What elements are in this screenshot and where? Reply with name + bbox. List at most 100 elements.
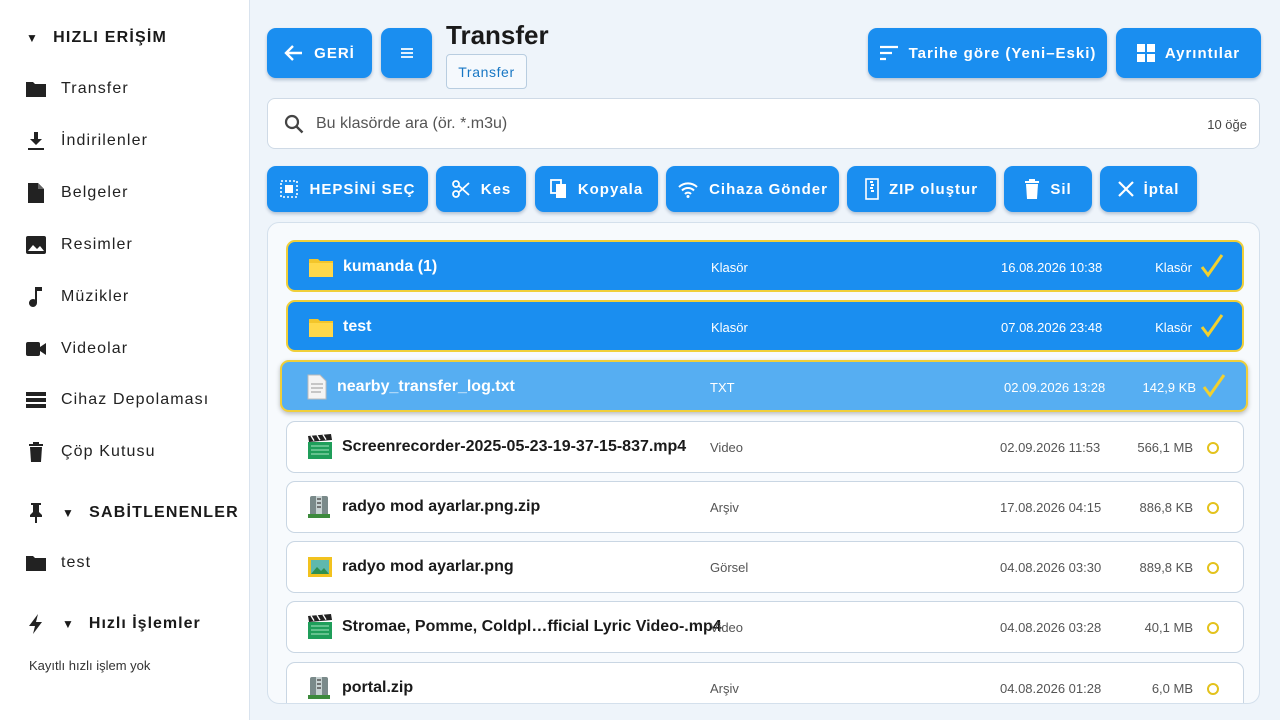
file-size: 6,0 MB [1151, 681, 1193, 696]
collapse-arrow-icon: ▼ [62, 506, 76, 520]
select-circle-icon[interactable] [1207, 562, 1219, 574]
search-bar[interactable]: Bu klasörde ara (ör. *.m3u) 10 öğe [267, 98, 1260, 149]
breadcrumb[interactable]: Transfer [446, 54, 527, 89]
file-name: portal.zip [342, 679, 414, 696]
send-to-device-button[interactable]: Cihaza Gönder [666, 166, 839, 212]
file-list: kumanda (1) Klasör 16.08.2026 10:38 Klas… [267, 222, 1260, 704]
view-mode-button[interactable]: Ayrıntılar [1116, 28, 1261, 78]
sidebar-item-music[interactable]: Müzikler [24, 282, 129, 312]
view-mode-label: Ayrıntılar [1164, 44, 1241, 62]
sort-icon [879, 45, 898, 61]
file-date: 16.08.2026 10:38 [1001, 260, 1103, 275]
cut-label: Kes [480, 180, 512, 198]
grid-view-icon [1136, 44, 1155, 62]
sidebar-item-label: Resimler [61, 236, 133, 253]
pin-icon [26, 502, 46, 524]
copy-label: Kopyala [577, 180, 644, 198]
quick-access-title: HIZLI ERİŞİM [53, 29, 168, 46]
search-input[interactable]: Bu klasörde ara (ör. *.m3u) [316, 115, 507, 133]
file-row[interactable]: kumanda (1) Klasör 16.08.2026 10:38 Klas… [286, 240, 1244, 292]
file-size: 142,9 KB [1142, 380, 1197, 395]
sidebar-item-label: test [61, 554, 92, 571]
file-date: 04.08.2026 01:28 [1000, 681, 1102, 696]
image-file-icon [308, 557, 332, 577]
pinned-header[interactable]: ▼ SABİTLENENLER [26, 502, 239, 524]
sidebar-pinned-item-test[interactable]: test [24, 548, 91, 578]
file-size: 566,1 MB [1137, 440, 1193, 455]
sidebar-item-pictures[interactable]: Resimler [24, 230, 133, 260]
video-icon [24, 337, 48, 361]
file-type: Video [710, 440, 744, 455]
file-row[interactable]: radyo mod ayarlar.png Görsel 04.08.2026 … [286, 541, 1244, 593]
scissors-icon [451, 180, 470, 198]
select-all-button[interactable]: HEPSİNİ SEÇ [267, 166, 428, 212]
archive-icon [308, 677, 330, 699]
create-zip-button[interactable]: ZIP oluştur [847, 166, 996, 212]
folder-icon [309, 319, 333, 337]
file-row[interactable]: nearby_transfer_log.txt TXT 02.09.2026 1… [280, 360, 1248, 412]
folder-icon [24, 551, 48, 575]
sort-button[interactable]: Tarihe göre (Yeni–Eski) [868, 28, 1107, 78]
select-circle-icon[interactable] [1207, 622, 1219, 634]
file-row[interactable]: radyo mod ayarlar.png.zip Arşiv 17.08.20… [286, 481, 1244, 533]
file-row[interactable]: Stromae, Pomme, Coldpl…fficial Lyric Vid… [286, 601, 1244, 653]
menu-icon [400, 48, 413, 58]
select-circle-icon[interactable] [1207, 683, 1219, 695]
file-name: radyo mod ayarlar.png.zip [342, 498, 541, 515]
main-panel: GERİ Transfer Transfer Tarihe göre (Yeni… [250, 0, 1280, 720]
select-all-label: HEPSİNİ SEÇ [309, 180, 416, 198]
file-date: 04.08.2026 03:30 [1000, 560, 1102, 575]
checkmark-icon[interactable] [1200, 313, 1224, 339]
checkmark-icon[interactable] [1202, 373, 1226, 399]
cut-button[interactable]: Kes [436, 166, 526, 212]
file-row[interactable]: portal.zip Arşiv 04.08.2026 01:28 6,0 MB [286, 662, 1244, 703]
file-row[interactable]: test Klasör 07.08.2026 23:48 Klasör [286, 300, 1244, 352]
quick-access-header[interactable]: ▼ HIZLI ERİŞİM [26, 29, 167, 47]
search-icon [284, 114, 304, 134]
file-manager-app: ▼ HIZLI ERİŞİM Transfer İndirilenler Bel… [0, 0, 1280, 720]
collapse-arrow-icon: ▼ [62, 617, 75, 631]
sidebar-item-videos[interactable]: Videolar [24, 334, 128, 364]
select-all-icon [280, 180, 299, 198]
delete-button[interactable]: Sil [1004, 166, 1092, 212]
cancel-button[interactable]: İptal [1100, 166, 1197, 212]
sidebar-item-label: Çöp Kutusu [61, 443, 156, 460]
copy-icon [549, 179, 566, 198]
select-circle-icon[interactable] [1207, 442, 1219, 454]
sidebar-item-label: Transfer [61, 80, 129, 97]
quick-actions-header[interactable]: ▼ Hızlı İşlemler [26, 613, 201, 635]
file-size: Klasör [1155, 320, 1192, 335]
text-file-icon [307, 374, 327, 400]
music-icon [24, 285, 48, 309]
image-icon [24, 233, 48, 257]
download-icon [24, 129, 48, 153]
sidebar-item-documents[interactable]: Belgeler [24, 178, 129, 208]
sidebar-item-storage[interactable]: Cihaz Depolaması [24, 385, 209, 415]
folder-icon [24, 77, 48, 101]
sidebar: ▼ HIZLI ERİŞİM Transfer İndirilenler Bel… [0, 0, 250, 720]
menu-button[interactable] [381, 28, 432, 78]
file-name: nearby_transfer_log.txt [337, 378, 515, 395]
file-type: Klasör [711, 320, 748, 335]
file-date: 02.09.2026 13:28 [1004, 380, 1106, 395]
sidebar-item-trash[interactable]: Çöp Kutusu [24, 437, 156, 467]
checkmark-icon[interactable] [1200, 253, 1224, 279]
cancel-label: İptal [1143, 180, 1180, 198]
sidebar-item-label: Belgeler [61, 184, 129, 201]
file-type: Arşiv [710, 681, 739, 696]
wifi-icon [678, 182, 698, 198]
file-size: 40,1 MB [1144, 620, 1193, 635]
back-button[interactable]: GERİ [267, 28, 372, 78]
sidebar-item-downloads[interactable]: İndirilenler [24, 126, 148, 156]
document-icon [24, 181, 48, 205]
trash-icon [1025, 179, 1040, 199]
create-zip-label: ZIP oluştur [888, 180, 979, 198]
file-type: Arşiv [710, 500, 739, 515]
sidebar-item-label: Cihaz Depolaması [61, 391, 210, 408]
file-row[interactable]: Screenrecorder-2025-05-23-19-37-15-837.m… [286, 421, 1244, 473]
sidebar-item-transfer[interactable]: Transfer [24, 74, 129, 104]
delete-label: Sil [1050, 180, 1072, 198]
file-name: Screenrecorder-2025-05-23-19-37-15-837.m… [342, 438, 687, 455]
select-circle-icon[interactable] [1207, 502, 1219, 514]
copy-button[interactable]: Kopyala [535, 166, 658, 212]
